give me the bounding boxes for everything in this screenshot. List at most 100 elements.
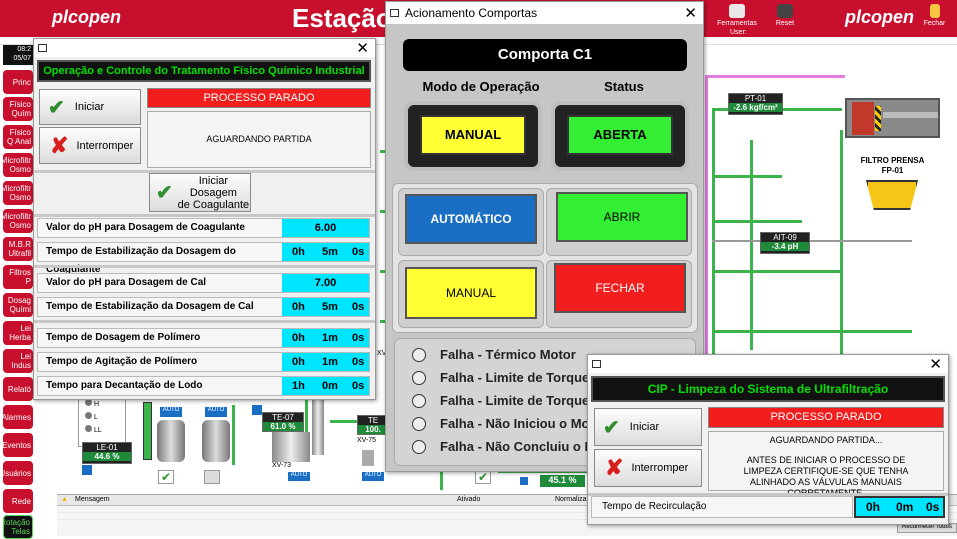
fq-control-window: ✕ Operação e Controle do Tratamento Físi… [33,38,376,400]
nav-item[interactable]: Microfiltr Osmo [3,153,33,177]
nav-item[interactable]: Princ [3,70,33,94]
check-toggle-2[interactable] [204,470,220,484]
fq-stop-button[interactable]: ✘ Interromper [39,127,141,164]
fq-title: Operação e Controle do Tratamento Físico… [37,60,371,82]
status-label: Status [604,79,644,94]
close-icon[interactable]: ✕ [684,6,697,21]
x-icon: ✘ [50,132,69,158]
level-switches: H L LL [78,395,126,447]
time-input[interactable]: 0h 5m 0s [282,243,369,261]
nav-item[interactable]: Lei Indus [3,349,33,373]
close-app-button[interactable]: Fechar [912,4,957,27]
nav-item[interactable]: Rede [3,489,33,513]
tank-te07 [272,432,310,462]
check-toggle-3[interactable]: ✔ [475,470,491,484]
param-input[interactable]: 7.00 [282,274,369,292]
fq-start-button[interactable]: ✔ Iniciar [39,89,141,125]
auto-tag-3: AUTO [288,472,310,481]
cip-start-button[interactable]: ✔ Iniciar [594,408,702,446]
auto-tag-1: AUTO [160,407,182,417]
mode-label: Modo de Operação [422,79,540,94]
dosing-tank-2 [202,420,230,462]
comporta-title: Comporta C1 [403,39,687,71]
close-icon[interactable]: ✕ [356,41,369,56]
nav-item[interactable]: Microfiltr Osmo [3,209,33,233]
check-icon: ✔ [603,416,620,439]
param-row: Tempo de Estabilização da Dosagem de Cal… [37,297,370,317]
param-row: Tempo de Dosagem de Polímero 0h 1m 0s [37,328,370,348]
te07-indicator: TE-07 61.0 % [262,412,304,432]
nav-item[interactable]: Físico Quím [3,97,33,121]
le01-indicator: LE-01 44.6 % [82,442,132,464]
param-row: Valor do pH para Dosagem de Cal 7.00 [37,273,370,293]
warning-icon: ▲ [61,496,68,503]
cip-message: AGUARDANDO PARTIDA... ANTES DE INICIAR O… [708,431,944,498]
window-icon [38,44,47,52]
mode-indicator: MANUAL [420,115,526,155]
sludge-bin [866,180,918,210]
valve-xv75: XV-75 [357,437,377,444]
cip-title: CIP - Limpeza do Sistema de Ultrafiltraç… [591,376,945,402]
dosing-tank-1 [157,420,185,462]
auto-tag-2: AUTO [205,407,227,417]
check-toggle-1[interactable]: ✔ [158,470,174,484]
time-input[interactable]: 0h 1m 0s [282,353,369,371]
tools-button[interactable]: Ferramentas [712,4,762,27]
param-row: Tempo de Estabilização da Dosagem do Coa… [37,242,370,275]
pipe-column [312,395,324,455]
fault-label: Falha - Limite de Torque A [440,370,602,385]
valve-xv73: XV-73 [272,462,292,469]
close-gate-button[interactable]: FECHAR [554,263,686,313]
filter-press-label: FILTRO PRENSA FP-01 [860,156,925,175]
recirc-time-input[interactable]: 0h 0m 0s [854,496,945,518]
nav-item[interactable]: Microfiltr Osmo [3,181,33,205]
clock-display: 08:2 05/07 [3,45,33,65]
x-icon: ✘ [605,455,624,480]
open-button[interactable]: ABRIR [556,192,688,242]
manual-button[interactable]: MANUAL [405,267,537,319]
plcopen-logo-right: plcopen [845,7,915,27]
window-icon [592,360,601,368]
nav-item[interactable]: Físico Q Anal [3,125,33,149]
param-row: Tempo para Decantação de Lodo 1h 0m 0s [37,376,370,396]
nav-item[interactable]: Lei Herba [3,321,33,345]
comporta-titlebar: Acionamento Comportas ✕ [386,2,703,24]
nav-item[interactable]: Alarmes [3,405,33,429]
valve-icon-2 [252,405,262,415]
time-input[interactable]: 0h 1m 0s [282,329,369,347]
automatic-button[interactable]: AUTOMÁTICO [405,194,537,244]
param-input[interactable]: 6.00 [282,219,369,237]
param-row: Valor do pH para Dosagem de Coagulante 6.… [37,218,370,238]
cip-status: PROCESSO PARADO [708,407,944,428]
nav-item[interactable]: Dosag Quími [3,293,33,317]
reset-button[interactable]: Reset [760,4,810,27]
time-input[interactable]: 0h 5m 0s [282,298,369,316]
reset-icon [777,4,793,18]
check-icon: ✔ [48,96,65,119]
nav-item[interactable]: M.B.R Ultrafil [3,237,33,261]
fq-titlebar: ✕ [34,39,375,57]
cip-stop-button[interactable]: ✘ Interromper [594,449,702,487]
nav-item[interactable]: Eventos [3,433,33,457]
nav-item[interactable]: Relató [3,377,33,401]
cip-titlebar: ✕ [588,355,948,373]
exit-icon [929,4,940,18]
fault-indicator [412,417,426,431]
mode-frame: MANUAL [404,101,542,171]
fq-status: PROCESSO PARADO [147,88,371,108]
nav-item[interactable]: Rotação Telas [3,515,33,539]
auto-tag-4: AUTO [362,472,384,481]
level-bar [143,402,152,460]
coagulant-dose-button[interactable]: ✔ Iniciar Dosagem de Coagulante [149,173,251,212]
time-input[interactable]: 1h 0m 0s [282,377,369,395]
nav-item[interactable]: Filtros P [3,265,33,289]
close-icon[interactable]: ✕ [929,357,942,372]
valve-icon [82,465,92,475]
fault-label: Falha - Não Iniciou o Mov [440,416,597,431]
recirc-label: Tempo de Recirculação [591,496,853,518]
valve-icon-3 [520,477,528,485]
nav-item[interactable]: Usuários [3,461,33,485]
fault-indicator [412,371,426,385]
window-icon [390,9,399,17]
fault-label: Falha - Térmico Motor [440,347,576,362]
